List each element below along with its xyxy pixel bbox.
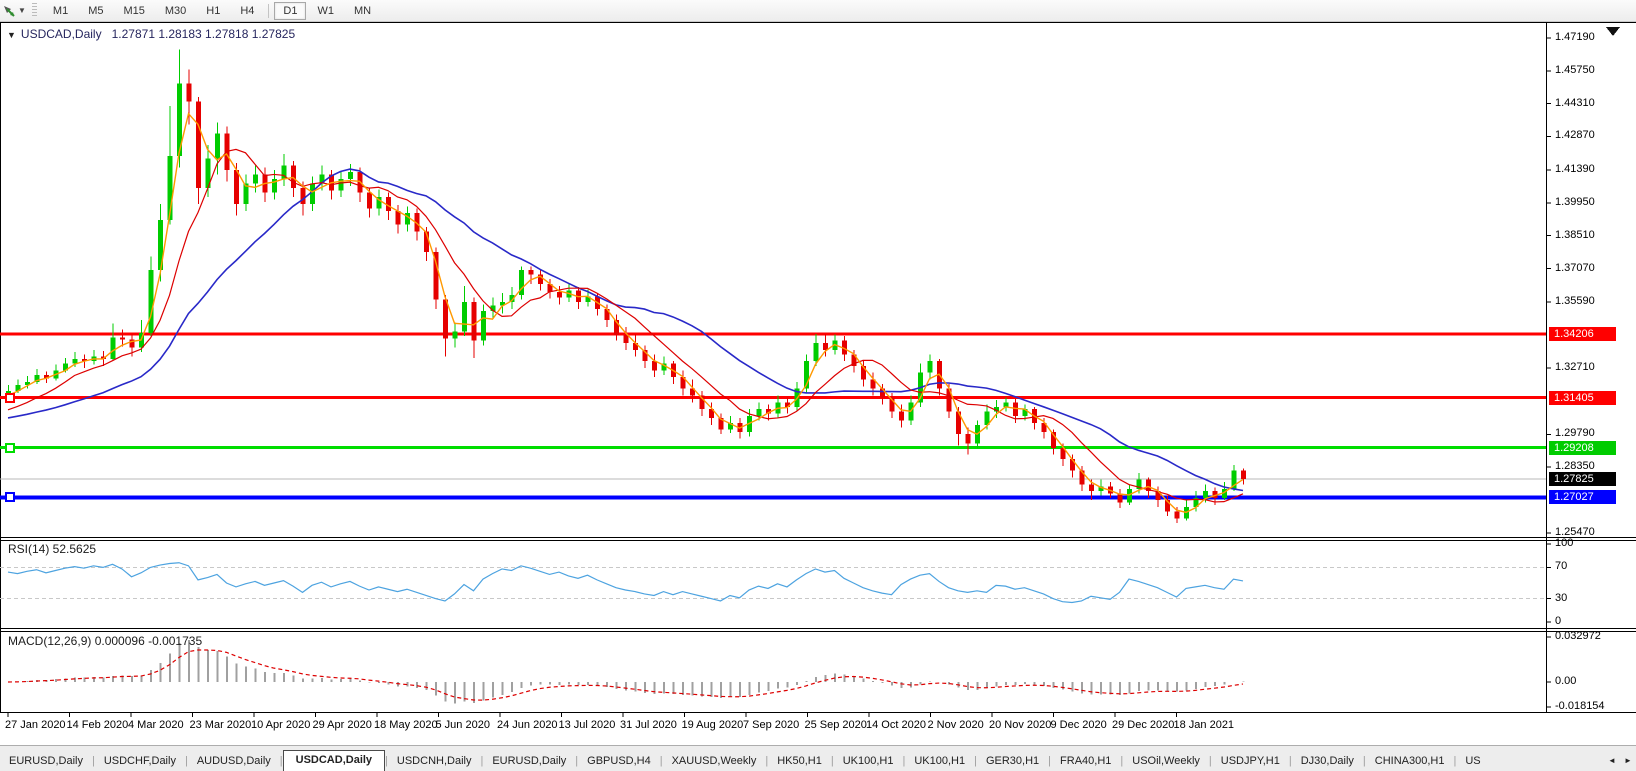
- hline-handle[interactable]: [5, 442, 15, 453]
- mt4-window: ▼ M1 M5 M15 M30 H1 H4 D1 W1 MN ▼ USDCAD,Daily 1.27…: [0, 0, 1636, 771]
- tab-usdcad-daily[interactable]: USDCAD,Daily: [282, 750, 386, 771]
- date-tick: 13 Jul 2020: [558, 719, 616, 731]
- rsi-tick: 70: [1555, 560, 1568, 573]
- chart-ohlc-values: 1.27871 1.28183 1.27818 1.27825: [111, 27, 296, 41]
- chart-tabs: EURUSD,Daily | USDCHF,Daily | AUDUSD,Daily | U…: [0, 745, 1636, 771]
- date-tick: 14 Oct 2020: [866, 719, 926, 731]
- tab-usoil-weekly[interactable]: USOil,Weekly: [1123, 752, 1209, 771]
- chart-canvas[interactable]: [0, 0, 1636, 770]
- tab-usdjpy-h1[interactable]: USDJPY,H1: [1212, 752, 1289, 771]
- date-tick: 31 Jul 2020: [620, 719, 677, 731]
- price-tick: 1.42870: [1555, 129, 1595, 142]
- price-tick: 1.28350: [1555, 460, 1595, 473]
- hline-handle[interactable]: [5, 492, 15, 503]
- tab-dj30-daily[interactable]: DJ30,Daily: [1292, 752, 1363, 771]
- price-tick: 1.29790: [1555, 427, 1595, 440]
- date-tick: 9 Dec 2020: [1050, 719, 1107, 731]
- date-tick: 27 Jan 2020: [5, 719, 66, 731]
- tab-eurusd-daily[interactable]: EURUSD,Daily: [0, 752, 92, 771]
- tab-xauusd-weekly[interactable]: XAUUSD,Weekly: [663, 752, 766, 771]
- chart-title: ▼ USDCAD,Daily 1.27871 1.28183 1.27818 1.2…: [7, 27, 295, 41]
- chart-symbol-label: USDCAD,Daily: [20, 27, 102, 41]
- price-tick: 1.25470: [1555, 525, 1595, 538]
- date-tick: 19 Aug 2020: [681, 719, 744, 731]
- rsi-tick: 0: [1555, 615, 1562, 627]
- hline-handle[interactable]: [5, 392, 15, 403]
- date-tick: 14 Feb 2020: [66, 719, 129, 731]
- date-tick: 18 Jan 2021: [1173, 719, 1235, 731]
- tab-ger30-h1[interactable]: GER30,H1: [977, 752, 1048, 771]
- price-tick: 1.37070: [1555, 261, 1595, 274]
- tab-audusd-daily[interactable]: AUDUSD,Daily: [188, 752, 280, 771]
- tab-usdchf-daily[interactable]: USDCHF,Daily: [95, 752, 185, 771]
- date-tick: 18 May 2020: [374, 719, 438, 731]
- date-tick: 25 Sep 2020: [804, 719, 867, 731]
- date-tick: 24 Jun 2020: [497, 719, 558, 731]
- macd-tick: 0.00: [1555, 675, 1577, 687]
- date-tick: 4 Mar 2020: [128, 719, 184, 731]
- price-tick: 1.47190: [1555, 31, 1595, 43]
- macd-tick: -0.018154: [1555, 699, 1605, 712]
- date-tick: 7 Sep 2020: [743, 719, 800, 731]
- rsi-tick: 100: [1555, 537, 1574, 549]
- chart-dropdown-icon[interactable]: ▼: [7, 30, 16, 40]
- price-line-label: 1.27027: [1549, 490, 1616, 505]
- date-tick: 29 Apr 2020: [312, 719, 372, 731]
- tabs-scroll-right-icon[interactable]: ►: [1620, 751, 1636, 771]
- tab-china300-h1[interactable]: CHINA300,H1: [1366, 752, 1454, 771]
- date-tick: 29 Dec 2020: [1112, 719, 1175, 731]
- price-line-label: 1.31405: [1549, 390, 1616, 405]
- date-tick: 23 Mar 2020: [189, 719, 252, 731]
- shift-marker-icon: [1606, 27, 1620, 36]
- tab-fra40-h1[interactable]: FRA40,H1: [1051, 752, 1120, 771]
- price-line-label: 1.34206: [1549, 326, 1616, 341]
- price-tick: 1.39950: [1555, 195, 1595, 208]
- price-tick: 1.38510: [1555, 228, 1595, 241]
- tab-uk100-h1[interactable]: UK100,H1: [905, 752, 974, 771]
- date-tick: 5 Jun 2020: [435, 719, 490, 731]
- date-tick: 2 Nov 2020: [927, 719, 984, 731]
- tab-eurusd-daily[interactable]: EURUSD,Daily: [483, 752, 575, 771]
- macd-tick: 0.032972: [1555, 630, 1601, 643]
- tabs-scroll-left-icon[interactable]: ◄: [1604, 751, 1620, 771]
- price-tick: 1.45750: [1555, 63, 1595, 76]
- price-tick: 1.35590: [1555, 295, 1595, 308]
- rsi-label: RSI(14) 52.5625: [8, 542, 97, 556]
- tab-usdcnh-daily[interactable]: USDCNH,Daily: [388, 752, 481, 771]
- price-line-label: 1.27825: [1549, 472, 1616, 487]
- rsi-tick: 30: [1555, 591, 1568, 604]
- tab-uk100-h1[interactable]: UK100,H1: [834, 752, 903, 771]
- tab-gbpusd-h4[interactable]: GBPUSD,H4: [578, 752, 660, 771]
- macd-label: MACD(12,26,9) 0.000096 -0.001735: [8, 634, 203, 648]
- date-tick: 20 Nov 2020: [989, 719, 1052, 731]
- price-tick: 1.44310: [1555, 96, 1595, 109]
- price-line-label: 1.29208: [1549, 440, 1616, 455]
- price-tick: 1.41390: [1555, 163, 1595, 176]
- tab-hk50-h1[interactable]: HK50,H1: [768, 752, 831, 771]
- tab-us[interactable]: US: [1456, 752, 1489, 771]
- date-tick: 10 Apr 2020: [251, 719, 311, 731]
- price-tick: 1.32710: [1555, 360, 1595, 373]
